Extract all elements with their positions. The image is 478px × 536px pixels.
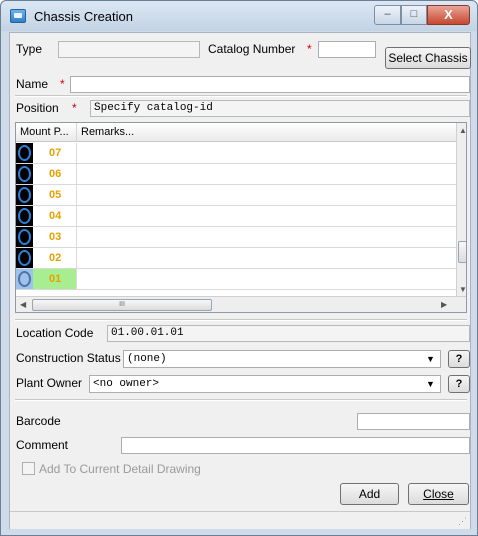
table-row[interactable]: 03 <box>16 227 456 248</box>
mount-position-table[interactable]: Mount P... Remarks... 07 06 05 04 03 02 … <box>15 122 467 313</box>
plant-owner-value: <no owner> <box>93 378 160 390</box>
scroll-right-arrow-icon[interactable]: ▶ <box>441 300 447 309</box>
close-window-button[interactable]: X <box>427 5 470 25</box>
select-chassis-button[interactable]: Select Chassis <box>385 47 471 69</box>
mount-position-cell: 03 <box>33 227 77 247</box>
vertical-scroll-thumb[interactable] <box>458 241 466 263</box>
window-title: Chassis Creation <box>34 9 133 24</box>
construction-status-help-button[interactable]: ? <box>448 350 470 368</box>
minimize-button[interactable]: – <box>374 5 401 25</box>
table-row[interactable]: 06 <box>16 164 456 185</box>
barcode-input[interactable] <box>357 413 470 430</box>
separator <box>15 319 467 321</box>
resize-grip-icon[interactable]: ⋰ <box>458 516 467 527</box>
plant-owner-label: Plant Owner <box>16 376 83 390</box>
name-required-marker: * <box>60 77 65 91</box>
catalog-number-required-marker: * <box>307 42 312 56</box>
mount-position-cell: 01 <box>33 269 77 289</box>
separator <box>15 95 467 97</box>
construction-status-value: (none) <box>127 353 167 365</box>
construction-status-label: Construction Status <box>16 351 121 365</box>
mount-slot-icon <box>16 164 33 184</box>
position-label: Position <box>16 101 59 115</box>
scroll-down-arrow-icon[interactable]: ▼ <box>459 285 466 294</box>
separator <box>15 399 467 401</box>
status-bar: ⋰ <box>10 511 470 529</box>
mount-slot-icon <box>16 143 33 163</box>
type-field <box>58 41 200 58</box>
mount-position-cell: 05 <box>33 185 77 205</box>
mount-slot-icon <box>16 248 33 268</box>
catalog-number-input[interactable] <box>318 41 376 58</box>
horizontal-scroll-thumb[interactable]: III <box>32 299 212 311</box>
mount-slot-icon <box>16 227 33 247</box>
comment-label: Comment <box>16 438 69 452</box>
add-to-drawing-label: Add To Current Detail Drawing <box>39 462 201 476</box>
position-required-marker: * <box>72 101 77 115</box>
add-button[interactable]: Add <box>340 483 399 505</box>
table-row[interactable]: 07 <box>16 143 456 164</box>
mount-position-cell: 02 <box>33 248 77 268</box>
mount-slot-icon <box>16 185 33 205</box>
dropdown-arrow-icon[interactable]: ▼ <box>426 376 438 392</box>
dialog-body: Type Catalog Number * Select Chassis Nam… <box>9 32 471 529</box>
table-row[interactable]: 02 <box>16 248 456 269</box>
barcode-label: Barcode <box>16 414 61 428</box>
location-code-field: 01.00.01.01 <box>107 325 470 342</box>
column-header-mount-position[interactable]: Mount P... <box>16 123 77 142</box>
dropdown-arrow-icon[interactable]: ▼ <box>426 351 438 367</box>
plant-owner-help-button[interactable]: ? <box>448 375 470 393</box>
table-row[interactable]: 04 <box>16 206 456 227</box>
plant-owner-select[interactable]: <no owner> ▼ <box>89 375 441 393</box>
table-header: Mount P... Remarks... <box>16 123 456 142</box>
chassis-creation-window: Chassis Creation – □ X Type Catalog Numb… <box>0 0 478 536</box>
comment-input[interactable] <box>121 437 470 454</box>
add-to-drawing-checkbox[interactable] <box>22 462 35 475</box>
name-input[interactable] <box>70 76 470 93</box>
mount-position-cell: 07 <box>33 143 77 163</box>
app-icon <box>10 9 26 23</box>
scroll-up-arrow-icon[interactable]: ▲ <box>459 126 466 135</box>
table-row[interactable]: 05 <box>16 185 456 206</box>
name-label: Name <box>16 77 49 91</box>
catalog-number-label: Catalog Number <box>208 42 296 56</box>
scroll-left-arrow-icon[interactable]: ◀ <box>20 300 26 309</box>
mount-position-cell: 04 <box>33 206 77 226</box>
title-bar[interactable]: Chassis Creation – □ X <box>1 1 477 31</box>
close-button[interactable]: Close <box>408 483 469 505</box>
position-field: Specify catalog-id <box>90 100 470 117</box>
vertical-scrollbar[interactable]: ▲ ▼ <box>456 123 466 296</box>
maximize-button[interactable]: □ <box>401 5 427 25</box>
mount-position-cell: 06 <box>33 164 77 184</box>
type-label: Type <box>16 42 43 56</box>
location-code-label: Location Code <box>16 326 94 340</box>
horizontal-scrollbar[interactable]: ◀ III ▶ <box>16 296 466 312</box>
column-header-remarks[interactable]: Remarks... <box>77 123 456 142</box>
mount-slot-icon <box>16 269 33 289</box>
mount-slot-icon <box>16 206 33 226</box>
construction-status-select[interactable]: (none) ▼ <box>123 350 441 368</box>
table-row-selected[interactable]: 01 <box>16 269 456 290</box>
